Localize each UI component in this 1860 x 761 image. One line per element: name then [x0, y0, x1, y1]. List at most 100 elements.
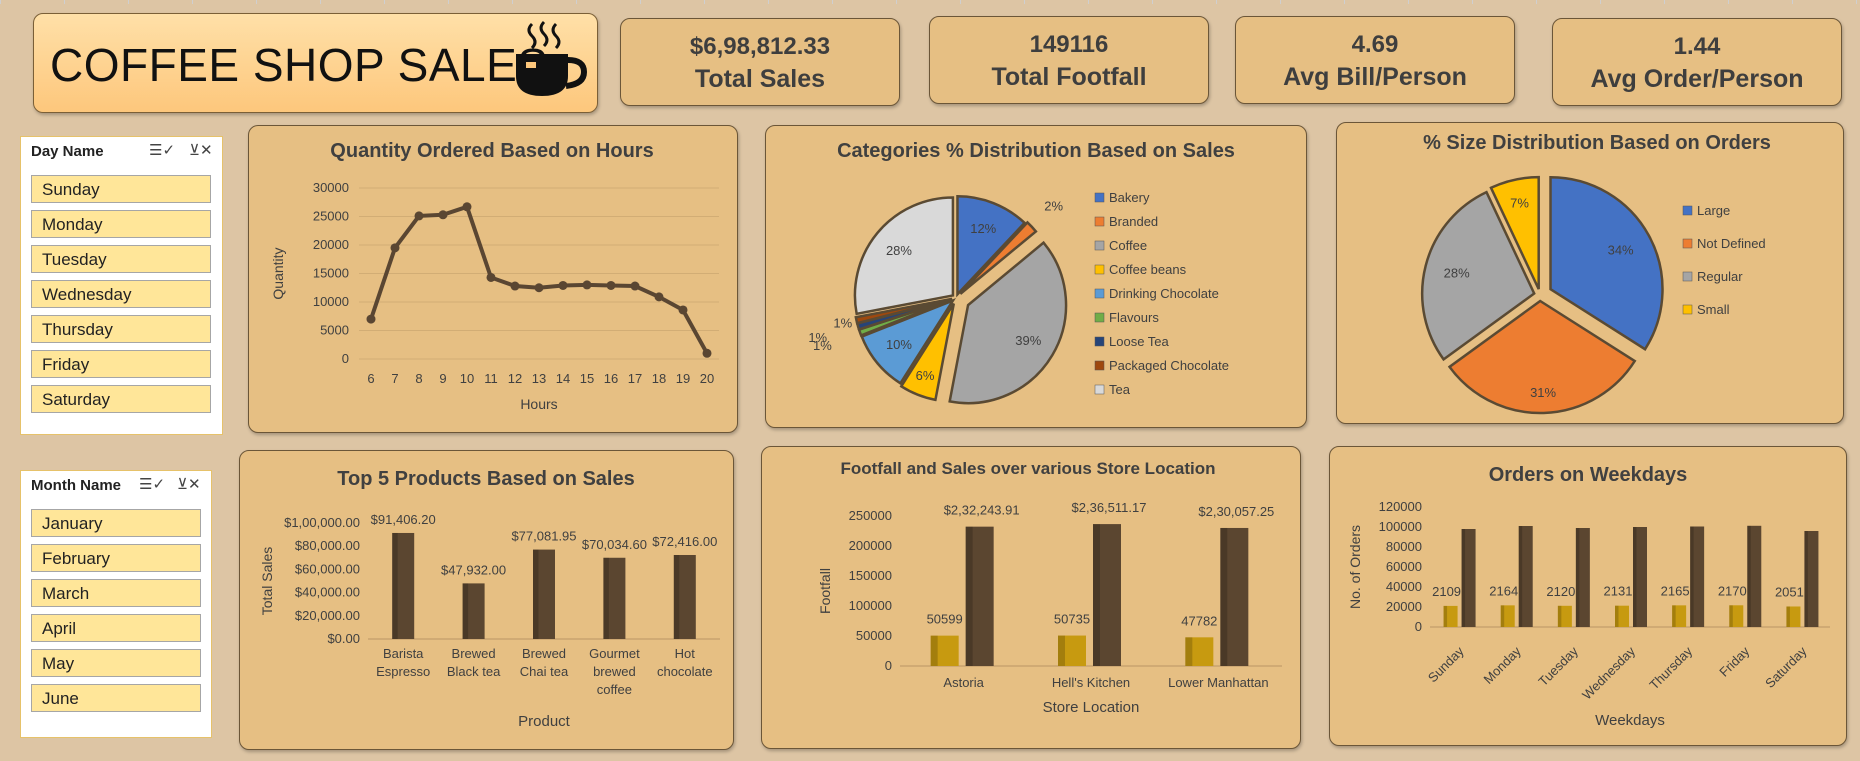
legend-swatch	[1094, 312, 1105, 323]
x-tick-label: 17	[628, 371, 642, 386]
bar-orders-small-shade	[1729, 605, 1733, 627]
legend-swatch	[1094, 216, 1105, 227]
x-tick-label: 20	[700, 371, 714, 386]
sheet-gridlines	[0, 0, 1860, 4]
day-name-slicer: Day Name ☰✓ ⊻✕ Sunday Monday Tuesday Wednes…	[20, 136, 223, 435]
kpi-value: 1.44	[1673, 33, 1721, 60]
kpi-label: Avg Order/Person	[1590, 65, 1804, 93]
bar-sales-shade	[1093, 524, 1100, 666]
y-tick-label: 30000	[313, 180, 349, 195]
y-tick-label: 200000	[849, 538, 892, 553]
x-tick-label: coffee	[597, 682, 632, 697]
data-label: $70,034.60	[582, 537, 647, 552]
slicer-item-january[interactable]: January	[31, 509, 201, 537]
slicer-item-april[interactable]: April	[31, 614, 201, 642]
legend-swatch	[1094, 264, 1105, 275]
dashboard-title: COFFEE SHOP SALES	[50, 39, 549, 91]
clear-filter-icon[interactable]: ⊻✕	[177, 475, 201, 493]
data-label: 2109	[1432, 584, 1461, 599]
slicer-item-thursday[interactable]: Thursday	[31, 315, 211, 343]
data-point	[486, 272, 496, 282]
bar-footfall-shade	[1185, 637, 1193, 666]
x-tick-label: chocolate	[657, 664, 713, 679]
kpi-avg-bill: 4.69 Avg Bill/Person	[1235, 16, 1515, 104]
y-tick-label: 20000	[1386, 599, 1422, 614]
bar-shade	[673, 554, 680, 639]
dashboard-title-card: COFFEE SHOP SALES	[33, 13, 598, 113]
y-tick-label: $20,000.00	[295, 608, 360, 623]
x-tick-label: 14	[556, 371, 570, 386]
size-pie-chart: % Size Distribution Based on Orders 34% 31…	[1420, 132, 1771, 415]
x-tick-label: Brewed	[452, 646, 496, 661]
legend-label: Not Defined	[1697, 236, 1766, 251]
pie-data-label: 12%	[970, 221, 996, 236]
data-label: $2,32,243.91	[944, 503, 1020, 518]
x-tick-label: Thursday	[1646, 643, 1695, 692]
slicer-title: Month Name	[31, 477, 121, 494]
x-tick-label: Hell's Kitchen	[1052, 675, 1130, 690]
slicer-item-june[interactable]: June	[31, 684, 201, 712]
multi-select-icon[interactable]: ☰✓	[139, 475, 165, 493]
pie-data-label: 39%	[1015, 333, 1041, 348]
x-tick-label: Brewed	[522, 646, 566, 661]
x-tick-label: 6	[367, 371, 374, 386]
y-axis-label: Quantity	[270, 247, 286, 299]
pie-data-label: 34%	[1608, 243, 1634, 258]
slicer-item-sunday[interactable]: Sunday	[31, 175, 211, 203]
slicer-item-friday[interactable]: Friday	[31, 350, 211, 378]
weekday-orders-bar-chart-card: Orders on Weekdays 0 20000 40000 60000 80000 1…	[1329, 446, 1847, 746]
pie-data-label: 6%	[916, 368, 935, 383]
x-tick-label: Chai tea	[520, 664, 569, 679]
data-label: $72,416.00	[652, 534, 717, 549]
slicer-item-may[interactable]: May	[31, 649, 201, 677]
pie-data-label: 31%	[1530, 385, 1556, 400]
data-label: $2,36,511.17	[1072, 500, 1147, 515]
clear-filter-icon[interactable]: ⊻✕	[189, 141, 213, 159]
kpi-total-footfall: 149116 Total Footfall	[929, 16, 1209, 104]
hours-line-chart: Quantity Ordered Based on Hours 0 5000 1000…	[270, 140, 719, 412]
legend-label: Packaged Chocolate	[1109, 358, 1229, 373]
kpi-value: $6,98,812.33	[689, 33, 831, 60]
x-tick-label: 8	[415, 371, 422, 386]
data-point	[582, 280, 592, 290]
x-tick-label: Wednesday	[1579, 643, 1638, 702]
data-point	[534, 283, 544, 293]
slicer-item-march[interactable]: March	[31, 579, 201, 607]
slicer-item-february[interactable]: February	[31, 544, 201, 572]
bar-shade	[533, 549, 539, 639]
data-label: 2164	[1489, 583, 1518, 598]
bar-orders-small-shade	[1615, 605, 1619, 627]
data-point	[606, 280, 616, 290]
data-label: 2165	[1661, 583, 1690, 598]
slicer-item-monday[interactable]: Monday	[31, 210, 211, 238]
bar-orders-small-shade	[1557, 605, 1562, 627]
legend-label: Tea	[1109, 382, 1131, 397]
legend-label: Branded	[1109, 214, 1158, 229]
kpi-value: 4.69	[1351, 31, 1399, 58]
legend-swatch	[1682, 205, 1693, 216]
pie-data-label: 1%	[833, 315, 852, 330]
slicer-item-wednesday[interactable]: Wednesday	[31, 280, 211, 308]
x-tick-label: Gourmet	[589, 646, 640, 661]
y-tick-label: 10000	[313, 294, 349, 309]
y-axis-label: Total Sales	[259, 547, 275, 615]
legend-label: Regular	[1697, 269, 1743, 284]
bar-orders-total-shade	[1575, 528, 1580, 627]
data-point	[678, 305, 688, 315]
legend-label: Coffee	[1109, 238, 1147, 253]
x-tick-label: Friday	[1716, 643, 1752, 679]
bar-orders-small-shade	[1786, 606, 1790, 627]
x-tick-label: 10	[460, 371, 474, 386]
category-pie-chart-card: Categories % Distribution Based on Sales…	[765, 125, 1307, 428]
bar-shade	[603, 557, 609, 639]
bar-orders-total-shade	[1804, 531, 1808, 627]
data-label: $47,932.00	[441, 562, 506, 577]
x-tick-label: Monday	[1481, 643, 1525, 687]
multi-select-icon[interactable]: ☰✓	[149, 141, 175, 159]
x-tick-label: Tuesday	[1535, 643, 1581, 689]
slicer-item-saturday[interactable]: Saturday	[31, 385, 211, 413]
bar-orders-total-shade	[1518, 526, 1523, 627]
slicer-item-tuesday[interactable]: Tuesday	[31, 245, 211, 273]
legend-swatch	[1094, 288, 1105, 299]
y-tick-label: $1,00,000.00	[284, 515, 360, 530]
